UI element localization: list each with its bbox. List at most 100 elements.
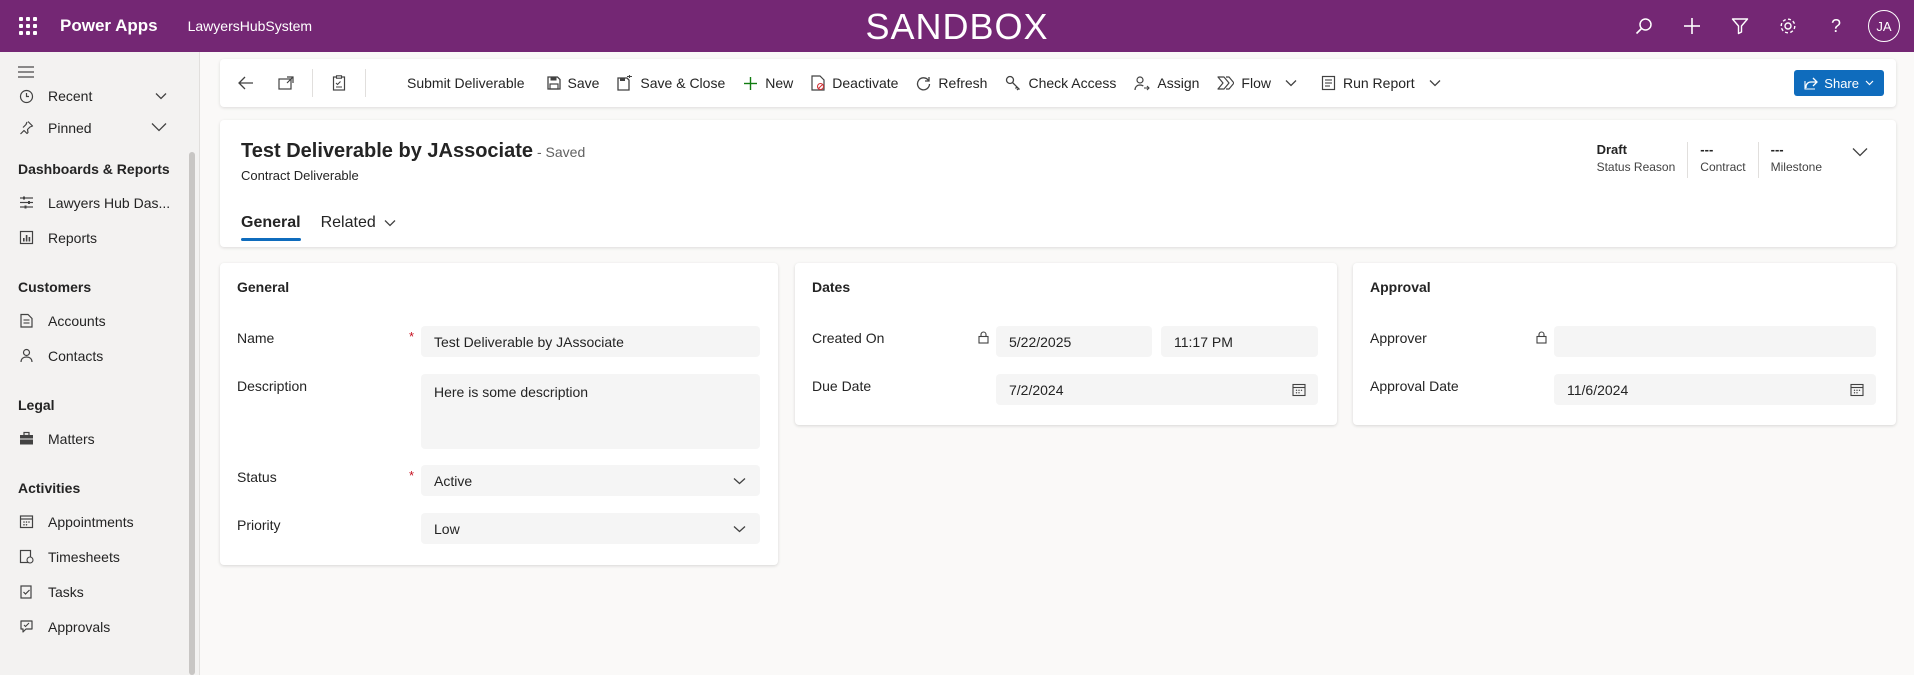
tab-related-label: Related (320, 214, 376, 231)
sidebar-item-label: Matters (48, 430, 95, 447)
run-report-menu-button[interactable]: Run Report (1312, 59, 1450, 107)
sidebar-item-accounts[interactable]: Accounts (0, 303, 199, 338)
name-field[interactable]: Test Deliverable by JAssociate (421, 326, 760, 357)
sidebar-item-approvals[interactable]: Approvals (0, 609, 199, 644)
assign-button[interactable]: Assign (1125, 59, 1208, 107)
briefcase-icon (18, 431, 34, 447)
deactivate-icon (811, 75, 825, 91)
submit-deliverable-button[interactable]: Submit Deliverable (398, 59, 534, 107)
pin-icon (18, 120, 34, 136)
sidebar-item-pinned[interactable]: Pinned (0, 110, 199, 145)
sidebar-item-label: Approvals (48, 618, 111, 635)
calendar-icon[interactable] (1292, 383, 1306, 396)
help-button[interactable]: ? (1812, 0, 1860, 52)
submit-deliverable-label: Submit Deliverable (407, 75, 525, 91)
report-icon (1321, 75, 1336, 91)
sidebar-group-dashboards-reports: Dashboards & Reports (18, 161, 170, 177)
calendar-icon[interactable] (1850, 383, 1864, 396)
approval-date-field[interactable]: 11/6/2024 (1554, 374, 1876, 405)
refresh-button[interactable]: Refresh (907, 59, 996, 107)
flow-label: Flow (1241, 75, 1271, 91)
user-avatar[interactable]: JA (1868, 10, 1900, 42)
sidebar-item-appointments[interactable]: Appointments (0, 504, 199, 539)
command-separator (365, 69, 366, 97)
header-field-label: Milestone (1770, 160, 1822, 174)
approver-label: Approver (1370, 330, 1427, 346)
sidebar-item-matters[interactable]: Matters (0, 421, 199, 456)
sidebar-item-contacts[interactable]: Contacts (0, 338, 199, 373)
sidebar-item-label: Tasks (48, 583, 84, 600)
header-fields: Draft Status Reason --- Contract --- Mil… (1597, 142, 1868, 178)
sidebar-item-recent[interactable]: Recent (0, 82, 199, 110)
timesheet-icon (18, 549, 34, 565)
form-selector-button[interactable] (319, 59, 359, 107)
chevron-down-icon (1429, 79, 1441, 87)
sidebar-group-legal: Legal (18, 397, 55, 413)
created-on-label: Created On (812, 330, 885, 346)
header-field-status-reason[interactable]: Draft Status Reason (1597, 142, 1688, 178)
sidebar-item-timesheets[interactable]: Timesheets (0, 539, 199, 574)
approval-icon (18, 619, 34, 635)
chevron-down-icon (1865, 80, 1874, 86)
save-button[interactable]: Save (538, 59, 609, 107)
deactivate-label: Deactivate (832, 75, 899, 91)
lock-icon (978, 331, 989, 349)
open-in-new-window-icon (278, 76, 294, 90)
open-new-window-button[interactable] (266, 59, 306, 107)
search-button[interactable] (1620, 0, 1668, 52)
priority-select[interactable]: Low (421, 513, 760, 544)
app-launcher-button[interactable] (0, 0, 56, 52)
form-tabs: General Related (241, 205, 416, 241)
section-title: General (237, 279, 290, 295)
new-record-button[interactable]: New (734, 59, 802, 107)
save-and-close-label: Save & Close (640, 75, 726, 91)
due-date-field[interactable]: 7/2/2024 (996, 374, 1318, 405)
assign-label: Assign (1157, 75, 1200, 91)
save-and-close-button[interactable]: Save & Close (608, 59, 734, 107)
flow-menu-button[interactable]: Flow (1208, 59, 1306, 107)
priority-label: Priority (237, 517, 281, 533)
sidebar-item-lawyers-hub-dashboard[interactable]: Lawyers Hub Das... (0, 185, 199, 220)
header-field-milestone[interactable]: --- Milestone (1757, 142, 1834, 178)
sitemap-sidebar: Recent Pinned Dashboards & Reports Lawye… (0, 52, 200, 675)
section-approval: Approval Approver Approval Date 11/6/202… (1353, 263, 1896, 425)
gear-icon (1780, 18, 1796, 34)
app-name[interactable]: Power Apps (60, 16, 158, 36)
created-on-date-value: 5/22/2025 (1009, 333, 1072, 350)
description-label: Description (237, 378, 308, 394)
section-dates: Dates Created On 5/22/2025 11:17 PM Due … (795, 263, 1337, 425)
flow-icon (1217, 76, 1235, 90)
header-field-label: Contract (1700, 160, 1746, 174)
header-expand-button[interactable] (1852, 144, 1868, 162)
new-button[interactable] (1668, 0, 1716, 52)
description-field[interactable]: Here is some description (421, 374, 760, 449)
status-select[interactable]: Active (421, 465, 760, 496)
sidebar-item-tasks[interactable]: Tasks (0, 574, 199, 609)
sidebar-item-label: Appointments (48, 513, 134, 530)
save-status: - Saved (537, 144, 586, 160)
filter-button[interactable] (1716, 0, 1764, 52)
sidebar-group-activities: Activities (18, 480, 81, 496)
tab-general[interactable]: General (241, 205, 301, 241)
deactivate-button[interactable]: Deactivate (802, 59, 907, 107)
required-indicator: * (409, 468, 415, 483)
sidebar-scrollbar[interactable] (189, 152, 195, 675)
sidebar-item-reports[interactable]: Reports (0, 220, 199, 255)
settings-button[interactable] (1764, 0, 1812, 52)
chevron-down-icon (384, 220, 396, 227)
tab-related[interactable]: Related (321, 205, 396, 241)
environment-name[interactable]: LawyersHubSystem (188, 18, 313, 34)
record-title-text: Test Deliverable by JAssociate (241, 140, 533, 162)
section-general: General Name * Test Deliverable by JAsso… (220, 263, 778, 565)
priority-value: Low (434, 520, 460, 537)
header-field-contract[interactable]: --- Contract (1687, 142, 1757, 178)
share-button[interactable]: Share (1794, 70, 1884, 96)
app-header: Power Apps LawyersHubSystem SANDBOX ? JA (0, 0, 1914, 52)
check-access-button[interactable]: Check Access (996, 59, 1125, 107)
back-button[interactable] (226, 59, 266, 107)
sidebar-item-label: Reports (48, 229, 98, 246)
name-value: Test Deliverable by JAssociate (434, 333, 624, 350)
waffle-icon (19, 17, 37, 35)
report-icon (18, 230, 34, 246)
key-icon (1005, 75, 1021, 91)
